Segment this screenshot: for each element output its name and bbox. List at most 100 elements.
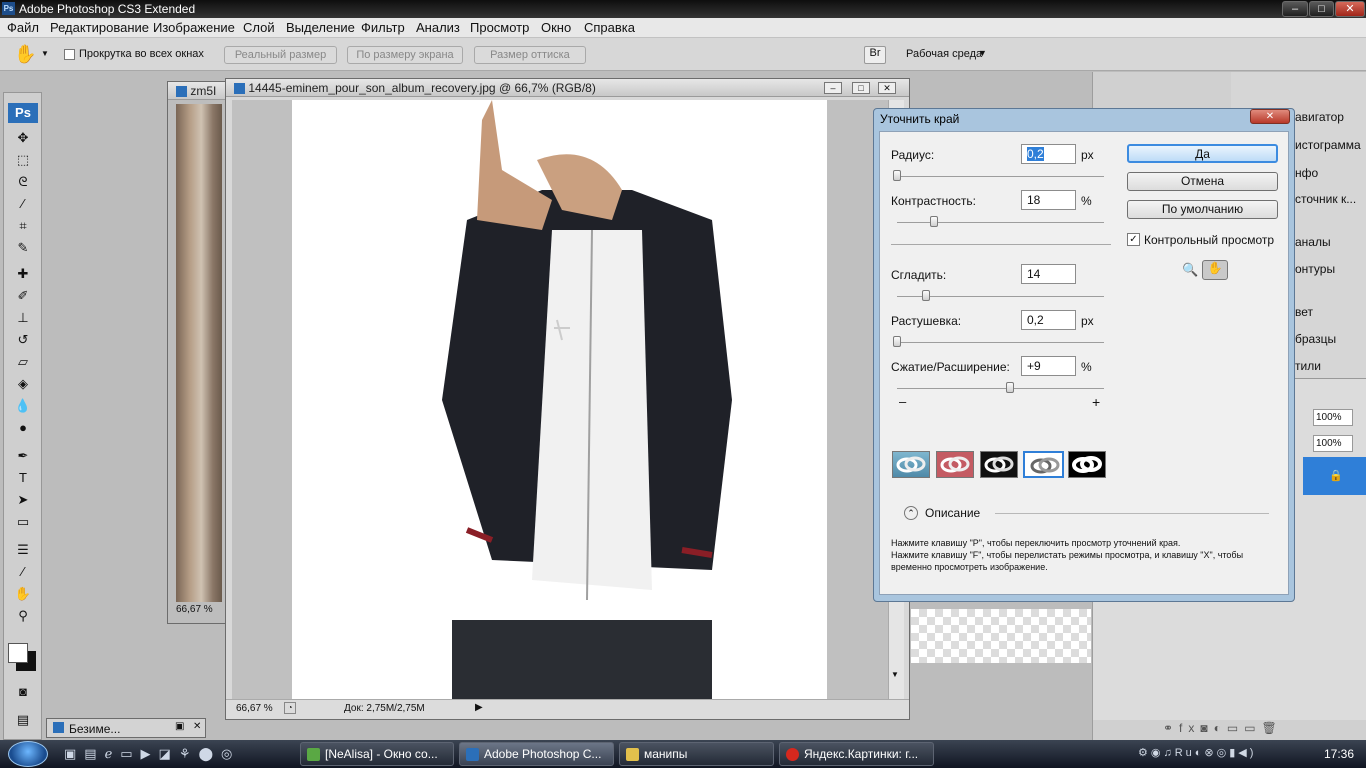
ok-button[interactable]: Да (1127, 144, 1278, 163)
clock[interactable]: 17:36 (1324, 747, 1354, 761)
workspace-menu[interactable]: Рабочая среда (906, 48, 982, 60)
task-manipy[interactable]: манипы (619, 742, 774, 766)
description-toggle-icon[interactable]: ⌃ (904, 506, 918, 520)
menu-image[interactable]: Изображение (153, 20, 235, 35)
print-size-button[interactable]: Размер оттиска (474, 46, 586, 64)
contract-expand-slider-knob[interactable] (1005, 382, 1014, 393)
mode-mask-thumb[interactable] (1068, 451, 1106, 478)
contrast-input[interactable]: 18 (1021, 190, 1076, 210)
zoom-tool-icon[interactable]: ⚲ (12, 607, 34, 625)
shape-tool-icon[interactable]: ▭ (12, 513, 34, 531)
screen-mode-icon[interactable]: ▤ (12, 711, 34, 729)
scroll-all-checkbox[interactable] (64, 49, 75, 60)
selected-layer-row[interactable]: 🔒 (1303, 457, 1366, 495)
menu-analysis[interactable]: Анализ (416, 20, 460, 35)
menu-layer[interactable]: Слой (243, 20, 275, 35)
move-tool-icon[interactable]: ✥ (12, 129, 34, 147)
hand-icon[interactable]: ✋ (12, 585, 34, 603)
contrast-slider[interactable] (897, 222, 1104, 223)
doc-maximize-button[interactable]: □ (852, 82, 870, 94)
panel-navigator[interactable]: авигатор (1295, 110, 1344, 124)
panel-info[interactable]: нфо (1295, 166, 1318, 180)
canvas-area[interactable] (232, 100, 888, 699)
chevron-down-icon[interactable]: ▼ (41, 49, 49, 58)
status-menu-arrow-icon[interactable]: ▶ (475, 702, 483, 713)
eraser-tool-icon[interactable]: ▱ (12, 353, 34, 371)
layer-buttons-icons[interactable]: ⚭fx◙◐▭▭🗑 (1163, 721, 1283, 735)
type-tool-icon[interactable]: T (12, 469, 34, 487)
panel-styles[interactable]: тили (1295, 359, 1321, 373)
menu-view[interactable]: Просмотр (470, 20, 529, 35)
marquee-tool-icon[interactable]: ⬚ (12, 151, 34, 169)
bridge-icon[interactable]: Br (864, 46, 886, 64)
minimized-document[interactable]: Безиме... ▣ ✕ (46, 718, 206, 738)
cancel-button[interactable]: Отмена (1127, 172, 1278, 191)
dodge-tool-icon[interactable]: ● (12, 419, 34, 437)
fit-screen-button[interactable]: По размеру экрана (347, 46, 463, 64)
panel-channels[interactable]: аналы (1295, 235, 1331, 249)
document-window-back[interactable]: zm5I 66,67 % (167, 81, 227, 624)
menu-file[interactable]: Файл (7, 20, 39, 35)
close-small-icon[interactable]: ✕ (193, 721, 201, 732)
mode-quick-mask-thumb[interactable] (936, 451, 974, 478)
document-window-main[interactable]: 14445-eminem_pour_son_album_recovery.jpg… (225, 78, 910, 720)
lasso-tool-icon[interactable]: ᘓ (12, 173, 34, 191)
status-info-icon[interactable]: ◔ (284, 702, 296, 714)
hand-tool-icon[interactable]: ✋ (14, 44, 36, 65)
panel-paths[interactable]: онтуры (1295, 262, 1335, 276)
slice-tool-icon[interactable]: ✎ (12, 239, 34, 257)
maximize-button[interactable]: □ (1309, 1, 1334, 17)
doc-main-zoom[interactable]: 66,67 % (236, 703, 273, 714)
quick-launch-icons[interactable]: ▣▤ℯ▭▶◪⚘⬤◎ (64, 746, 240, 762)
actual-size-button[interactable]: Реальный размер (224, 46, 337, 64)
blur-tool-icon[interactable]: 💧 (12, 397, 34, 415)
contrast-slider-knob[interactable] (930, 216, 939, 227)
mode-white-thumb[interactable] (1023, 451, 1064, 478)
task-nealisa[interactable]: [NeAlisa] - Окно со... (300, 742, 454, 766)
menu-help[interactable]: Справка (584, 20, 635, 35)
radius-input[interactable]: 0,2 (1021, 144, 1076, 164)
task-photoshop[interactable]: Adobe Photoshop C... (459, 742, 614, 766)
notes-tool-icon[interactable]: ☰ (12, 541, 34, 559)
radius-slider-knob[interactable] (893, 170, 901, 181)
menu-window[interactable]: Окно (541, 20, 571, 35)
panel-clone-source[interactable]: сточник к... (1295, 192, 1356, 206)
contract-expand-slider[interactable] (897, 388, 1104, 389)
foreground-color-swatch[interactable] (8, 643, 28, 663)
panel-histogram[interactable]: истограмма (1295, 138, 1361, 152)
opacity-field[interactable]: 100% (1313, 409, 1353, 426)
scroll-down-icon[interactable]: ▼ (891, 670, 901, 680)
task-yandex[interactable]: Яндекс.Картинки: г... (779, 742, 934, 766)
paint-bucket-icon[interactable]: ◈ (12, 375, 34, 393)
workspace-arrow-icon[interactable]: ▼ (978, 48, 987, 58)
magic-wand-icon[interactable]: ⁄ (12, 195, 34, 213)
default-button[interactable]: По умолчанию (1127, 200, 1278, 219)
zoom-icon[interactable]: 🔍 (1182, 262, 1198, 278)
feather-slider[interactable] (897, 342, 1104, 343)
doc-close-button[interactable]: ✕ (878, 82, 896, 94)
eyedropper-icon[interactable]: ⁄ (12, 563, 34, 581)
close-button[interactable]: ✕ (1335, 1, 1365, 17)
healing-brush-icon[interactable]: ✚ (12, 265, 34, 283)
history-brush-icon[interactable]: ↺ (12, 331, 34, 349)
start-button[interactable] (8, 741, 48, 767)
brush-tool-icon[interactable]: ✐ (12, 287, 34, 305)
menu-filter[interactable]: Фильтр (361, 20, 405, 35)
preview-checkbox[interactable]: ✓ (1127, 233, 1140, 246)
fill-field[interactable]: 100% (1313, 435, 1353, 452)
pen-tool-icon[interactable]: ✒ (12, 447, 34, 465)
minimize-button[interactable]: – (1282, 1, 1308, 17)
panel-color[interactable]: вет (1295, 305, 1313, 319)
feather-input[interactable]: 0,2 (1021, 310, 1076, 330)
smooth-input[interactable]: 14 (1021, 264, 1076, 284)
dialog-close-button[interactable]: ✕ (1250, 109, 1290, 124)
smooth-slider-knob[interactable] (921, 290, 930, 301)
restore-icon[interactable]: ▣ (175, 721, 184, 732)
description-toggle[interactable]: Описание (925, 506, 980, 520)
system-tray-icons[interactable]: ⚙◉♫Ru◐⊗◎▮◀) (1138, 746, 1256, 759)
doc-minimize-button[interactable]: – (824, 82, 842, 94)
mode-standard-thumb[interactable] (892, 451, 930, 478)
mode-black-thumb[interactable] (980, 451, 1018, 478)
quick-mask-icon[interactable]: ◙ (12, 683, 34, 701)
crop-tool-icon[interactable]: ⌗ (12, 217, 34, 235)
